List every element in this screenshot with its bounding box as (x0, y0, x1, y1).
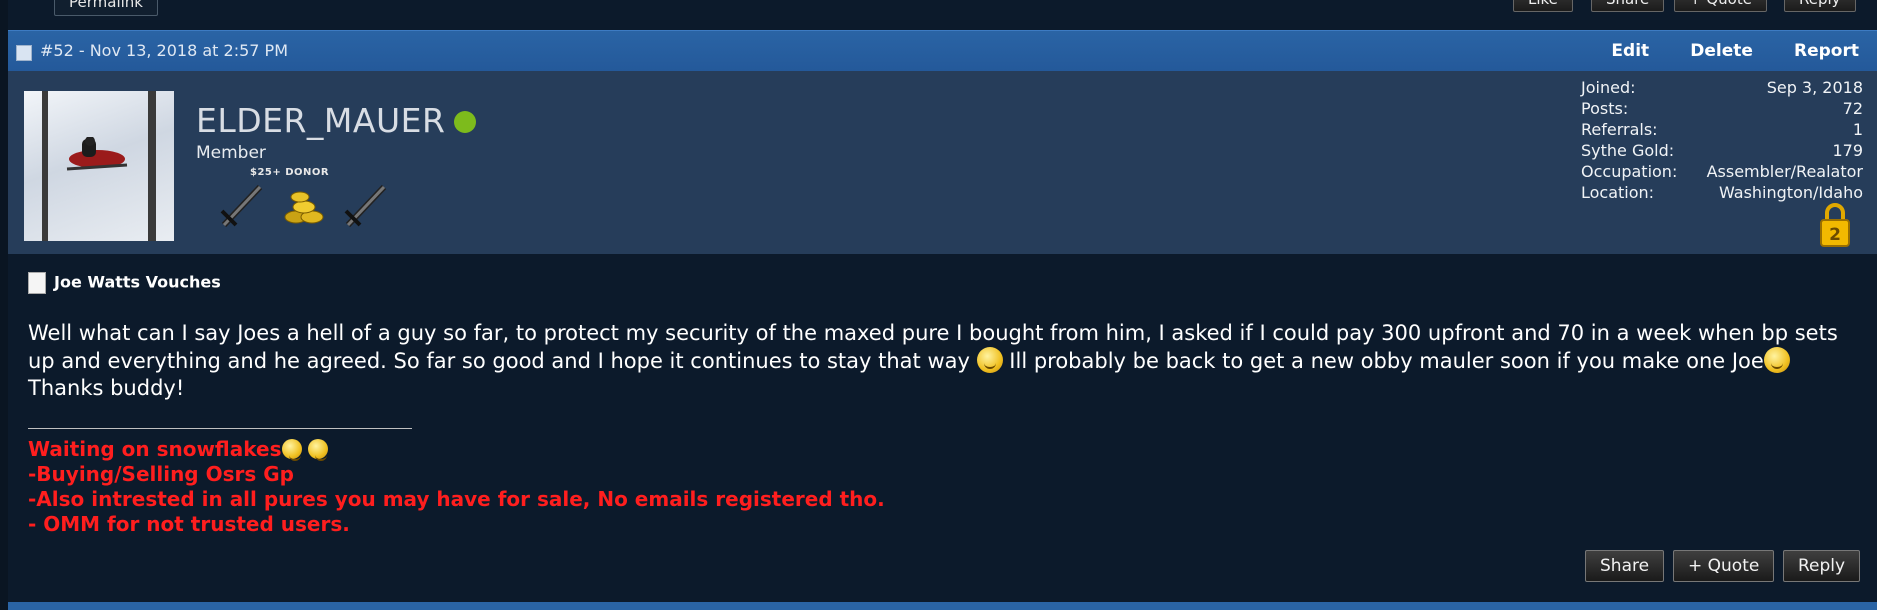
post-header: #52 - Nov 13, 2018 at 2:57 PM Edit Delet… (8, 30, 1877, 71)
delete-link[interactable]: Delete (1690, 41, 1753, 61)
user-info-panel: ELDER_MAUER Member $25+ DONOR Joined: Sep… (8, 71, 1877, 254)
donor-badge-label: $25+ DONOR (250, 167, 330, 178)
user-badges: $25+ DONOR (208, 167, 408, 237)
post-title: Joe Watts Vouches (28, 272, 221, 294)
username[interactable]: ELDER_MAUER (196, 101, 445, 140)
online-status-icon (454, 111, 476, 133)
nerd-smiley-icon (281, 439, 302, 461)
share-button-top[interactable]: Share (1591, 0, 1665, 12)
smile-icon (308, 439, 329, 461)
user-title: Member (196, 143, 266, 163)
avatar-tree (42, 91, 48, 241)
previous-post-footer: Permalink Like Share + Quote Reply (8, 0, 1877, 28)
stat-location: Location: Washington/Idaho (1581, 183, 1863, 202)
like-button[interactable]: Like (1513, 0, 1573, 12)
edit-link[interactable]: Edit (1611, 41, 1649, 61)
permalink-button[interactable]: Permalink (54, 0, 158, 16)
sword-icon (344, 184, 387, 228)
signature-line: - OMM for not trusted users. (28, 512, 350, 536)
user-stats: Joined: Sep 3, 2018 Posts: 72 Referrals: 1 … (1581, 77, 1863, 203)
stat-posts: Posts: 72 (1581, 99, 1863, 118)
reply-button-top[interactable]: Reply (1784, 0, 1856, 12)
snowmobile-icon (66, 137, 128, 171)
post-actions: Edit Delete Report (1575, 31, 1859, 71)
document-icon (28, 272, 46, 294)
stat-joined: Joined: Sep 3, 2018 (1581, 78, 1863, 97)
report-link[interactable]: Report (1794, 41, 1859, 61)
padlock-2-icon: 2 (1820, 203, 1850, 247)
post-message: Well what can I say Joes a hell of a guy… (28, 321, 1838, 400)
quote-button[interactable]: + Quote (1673, 550, 1775, 582)
grin-smiley-icon (976, 347, 1003, 373)
signature-line: Waiting on snowflakes (28, 437, 885, 462)
grin-smiley-icon (1763, 347, 1790, 373)
reply-button[interactable]: Reply (1783, 550, 1861, 582)
post-meta[interactable]: #52 - Nov 13, 2018 at 2:57 PM (40, 31, 288, 71)
share-button[interactable]: Share (1585, 550, 1665, 582)
left-edge (0, 0, 8, 610)
avatar[interactable] (24, 91, 174, 241)
stat-referrals: Referrals: 1 (1581, 120, 1863, 139)
post-icon (16, 45, 32, 61)
quote-button-top[interactable]: + Quote (1674, 0, 1767, 12)
stat-occupation: Occupation: Assembler/Realator (1581, 162, 1863, 181)
stat-sythe-gold: Sythe Gold: 179 (1581, 141, 1863, 160)
gold-coins-icon (284, 191, 324, 224)
post-body: Joe Watts Vouches Well what can I say Jo… (8, 254, 1877, 610)
next-post-header (8, 602, 1877, 610)
signature: Waiting on snowflakes -Buying/Selling Os… (28, 437, 885, 537)
avatar-tree (148, 91, 156, 241)
svg-text:2: 2 (1829, 225, 1841, 245)
signature-line: -Buying/Selling Osrs Gp (28, 462, 294, 486)
signature-line: -Also intrested in all pures you may hav… (28, 487, 885, 511)
sword-icon (220, 184, 263, 228)
signature-divider (28, 428, 412, 429)
